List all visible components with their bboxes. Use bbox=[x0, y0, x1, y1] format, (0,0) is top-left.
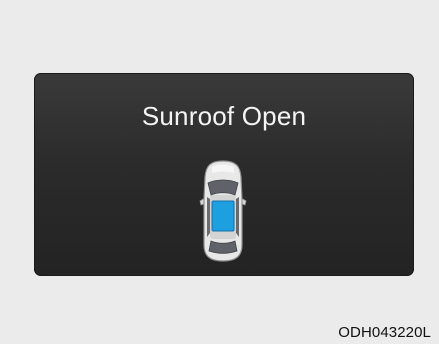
car-top-view-sunroof-open-icon bbox=[198, 159, 248, 263]
cluster-display-panel: Sunroof Open bbox=[34, 73, 414, 276]
sunroof-open-message: Sunroof Open bbox=[141, 101, 307, 131]
sunroof-glass bbox=[211, 200, 235, 232]
image-code-label: ODH043220L bbox=[338, 324, 431, 341]
